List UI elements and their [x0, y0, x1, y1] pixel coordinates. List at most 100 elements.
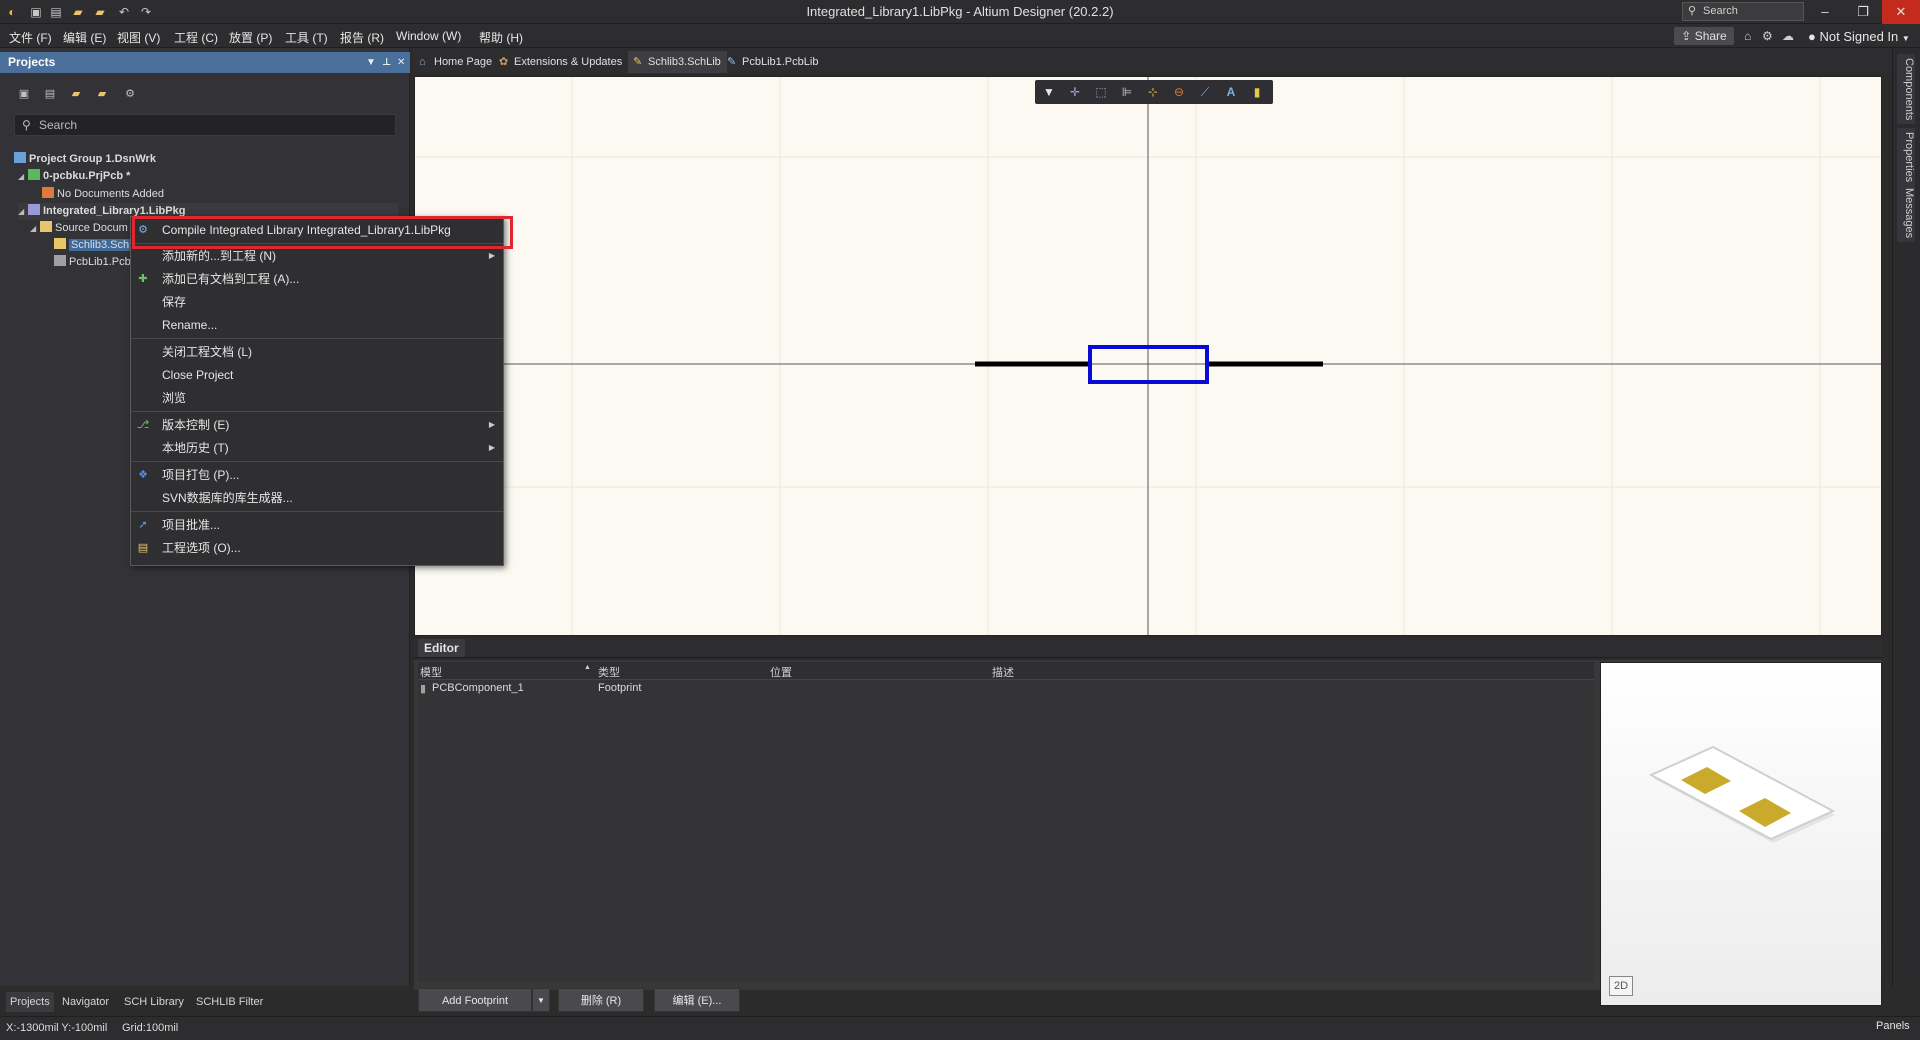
menu-project-packager[interactable]: ❖ 项目打包 (P)... [131, 464, 503, 486]
home-icon[interactable]: ⌂ [1744, 29, 1751, 43]
menu-add-new-to-project-label: 添加新的...到工程 (N) [162, 249, 276, 263]
tree-no-documents-label: No Documents Added [57, 188, 165, 200]
panel-close-icon[interactable]: ✕ [397, 52, 405, 73]
panel-pin-icon[interactable]: ⊥ [382, 52, 391, 73]
menu-file[interactable]: 文件 (F) [9, 29, 52, 46]
menu-help[interactable]: 帮助 (H) [479, 29, 523, 46]
tree-doc-pcblib[interactable]: PcbLib1.Pcbl [54, 254, 133, 271]
place-line-icon[interactable]: ⟋ [1197, 84, 1213, 100]
menu-local-history[interactable]: 本地历史 (T) ▶ [131, 437, 503, 459]
menu-project-releaser[interactable]: ➚ 项目批准... [131, 514, 503, 536]
menu-bar: 文件 (F) 编辑 (E) 视图 (V) 工程 (C) 放置 (P) 工具 (T… [0, 24, 1920, 48]
filter-icon[interactable]: ▼ [1041, 84, 1057, 100]
menu-close-project-label: Close Project [162, 368, 234, 382]
move-icon[interactable]: ✛ [1067, 84, 1083, 100]
menu-explore[interactable]: 浏览 [131, 387, 503, 409]
menu-place[interactable]: 放置 (P) [229, 29, 272, 46]
menu-view[interactable]: 视图 (V) [117, 29, 160, 46]
menu-svn-library-maker[interactable]: SVN数据库的库生成器... [131, 487, 503, 509]
panel-menu-icon[interactable]: ▼ [366, 52, 376, 73]
tree-doc-schlib[interactable]: Schlib3.SchLi [54, 237, 140, 254]
menu-rename-label: Rename... [162, 318, 218, 332]
notifications-icon[interactable]: ☁ [1782, 29, 1794, 43]
edit-button[interactable]: 编辑 (E)... [654, 988, 740, 1012]
expander-icon[interactable]: ◢ [18, 168, 28, 185]
column-model[interactable]: 模型 [420, 664, 442, 680]
save-all-projects-icon[interactable]: ▤ [42, 86, 58, 102]
menu-close-project-documents[interactable]: 关闭工程文档 (L) [131, 341, 503, 363]
tab-schlib-filter[interactable]: SCHLIB Filter [192, 992, 267, 1012]
align-icon[interactable]: ⊫ [1119, 84, 1135, 100]
select-rect-icon[interactable]: ⬚ [1093, 84, 1109, 100]
tree-project-pcbku[interactable]: ◢ 0-pcbku.PrjPcb * [18, 168, 130, 185]
menu-rename[interactable]: Rename... [131, 314, 503, 336]
pcblib-document-icon [54, 255, 66, 266]
tree-source-documents[interactable]: ◢ Source Docum [30, 220, 128, 237]
rail-tab-properties[interactable]: Properties [1897, 128, 1915, 187]
menu-add-existing-to-project-label: 添加已有文档到工程 (A)... [162, 272, 300, 286]
column-description[interactable]: 描述 [992, 664, 1014, 680]
menu-edit[interactable]: 编辑 (E) [63, 29, 106, 46]
tree-project-group[interactable]: Project Group 1.DsnWrk [14, 151, 156, 168]
doc-tab-home-page[interactable]: ⌂ Home Page [414, 51, 498, 73]
tab-sch-library[interactable]: SCH Library [120, 992, 188, 1012]
tree-doc-pcblib-label: PcbLib1.Pcbl [69, 256, 134, 268]
menu-add-existing-to-project[interactable]: ✚ 添加已有文档到工程 (A)... [131, 268, 503, 290]
column-type[interactable]: 类型 [598, 664, 620, 680]
panels-button[interactable]: Panels [1876, 1020, 1910, 1032]
place-text-icon[interactable]: A [1223, 84, 1239, 100]
restore-button[interactable]: ❐ [1844, 0, 1882, 24]
place-part-icon[interactable]: ▮ [1249, 84, 1265, 100]
user-account-menu[interactable]: ● Not Signed In ▼ [1808, 29, 1910, 44]
tab-projects[interactable]: Projects [6, 992, 54, 1012]
project-settings-icon[interactable]: ⚙ [122, 86, 138, 102]
tab-navigator[interactable]: Navigator [58, 992, 113, 1012]
expander-icon[interactable]: ◢ [30, 220, 40, 237]
tree-project-group-label: Project Group 1.DsnWrk [29, 153, 156, 165]
menu-close-project-documents-label: 关闭工程文档 (L) [162, 345, 253, 359]
menu-version-control[interactable]: ⎇ 版本控制 (E) ▶ [131, 414, 503, 436]
place-pin-icon[interactable]: ⊹ [1145, 84, 1161, 100]
document-tab-strip: ⌂ Home Page ✿ Extensions & Updates ✎ Sch… [414, 48, 1920, 74]
schematic-canvas[interactable]: ▼ ✛ ⬚ ⊫ ⊹ ⊖ ⟋ A ▮ [414, 76, 1882, 636]
minimize-button[interactable]: – [1806, 0, 1844, 24]
cell-model: PCBComponent_1 [432, 682, 524, 694]
delete-button[interactable]: 删除 (R) [558, 988, 644, 1012]
share-button[interactable]: ⇪ Share [1674, 27, 1734, 45]
right-panel-rail: Components Properties Messages [1892, 48, 1920, 986]
menu-project[interactable]: 工程 (C) [174, 29, 218, 46]
gear-icon[interactable]: ⚙ [1762, 29, 1773, 43]
menu-save[interactable]: 保存 [131, 291, 503, 313]
menu-separator [131, 338, 503, 339]
doc-tab-extensions-label: Extensions & Updates [514, 56, 623, 68]
projects-search-input[interactable]: ⚲ Search [14, 114, 396, 136]
close-button[interactable]: ✕ [1882, 0, 1920, 24]
share-label: Share [1694, 29, 1727, 43]
rail-tab-messages[interactable]: Messages [1897, 184, 1915, 243]
doc-tab-pcblib[interactable]: ✎ PcbLib1.PcbLib [722, 51, 824, 73]
global-search-input[interactable]: ⚲ Search [1682, 2, 1804, 21]
table-row[interactable]: ▮ PCBComponent_1 Footprint [418, 680, 1594, 698]
editor-title[interactable]: Editor [418, 639, 465, 657]
menu-window[interactable]: Window (W) [396, 29, 461, 43]
footprint-3d-preview[interactable]: 2D [1600, 662, 1882, 1006]
menu-tools[interactable]: 工具 (T) [285, 29, 328, 46]
add-footprint-button[interactable]: Add Footprint [418, 988, 532, 1012]
expander-icon[interactable]: ◢ [18, 203, 28, 220]
open-document-icon[interactable]: ▰ [94, 86, 110, 102]
menu-reports[interactable]: 报告 (R) [340, 29, 384, 46]
column-location[interactable]: 位置 [770, 664, 792, 680]
library-package-icon [28, 204, 40, 215]
menu-project-options[interactable]: ▤ 工程选项 (O)... [131, 537, 503, 559]
menu-svn-library-maker-label: SVN数据库的库生成器... [162, 491, 293, 505]
doc-tab-schlib[interactable]: ✎ Schlib3.SchLib [628, 51, 727, 73]
doc-tab-extensions[interactable]: ✿ Extensions & Updates [494, 51, 628, 73]
add-footprint-dropdown[interactable]: ▼ [532, 988, 550, 1012]
save-project-icon[interactable]: ▣ [16, 86, 32, 102]
ieee-symbol-icon[interactable]: ⊖ [1171, 84, 1187, 100]
open-project-folder-icon[interactable]: ▰ [68, 86, 84, 102]
pcb-project-icon [28, 169, 40, 180]
menu-close-project[interactable]: Close Project [131, 364, 503, 386]
view-2d-button[interactable]: 2D [1609, 976, 1633, 996]
rail-tab-components[interactable]: Components [1897, 54, 1915, 125]
